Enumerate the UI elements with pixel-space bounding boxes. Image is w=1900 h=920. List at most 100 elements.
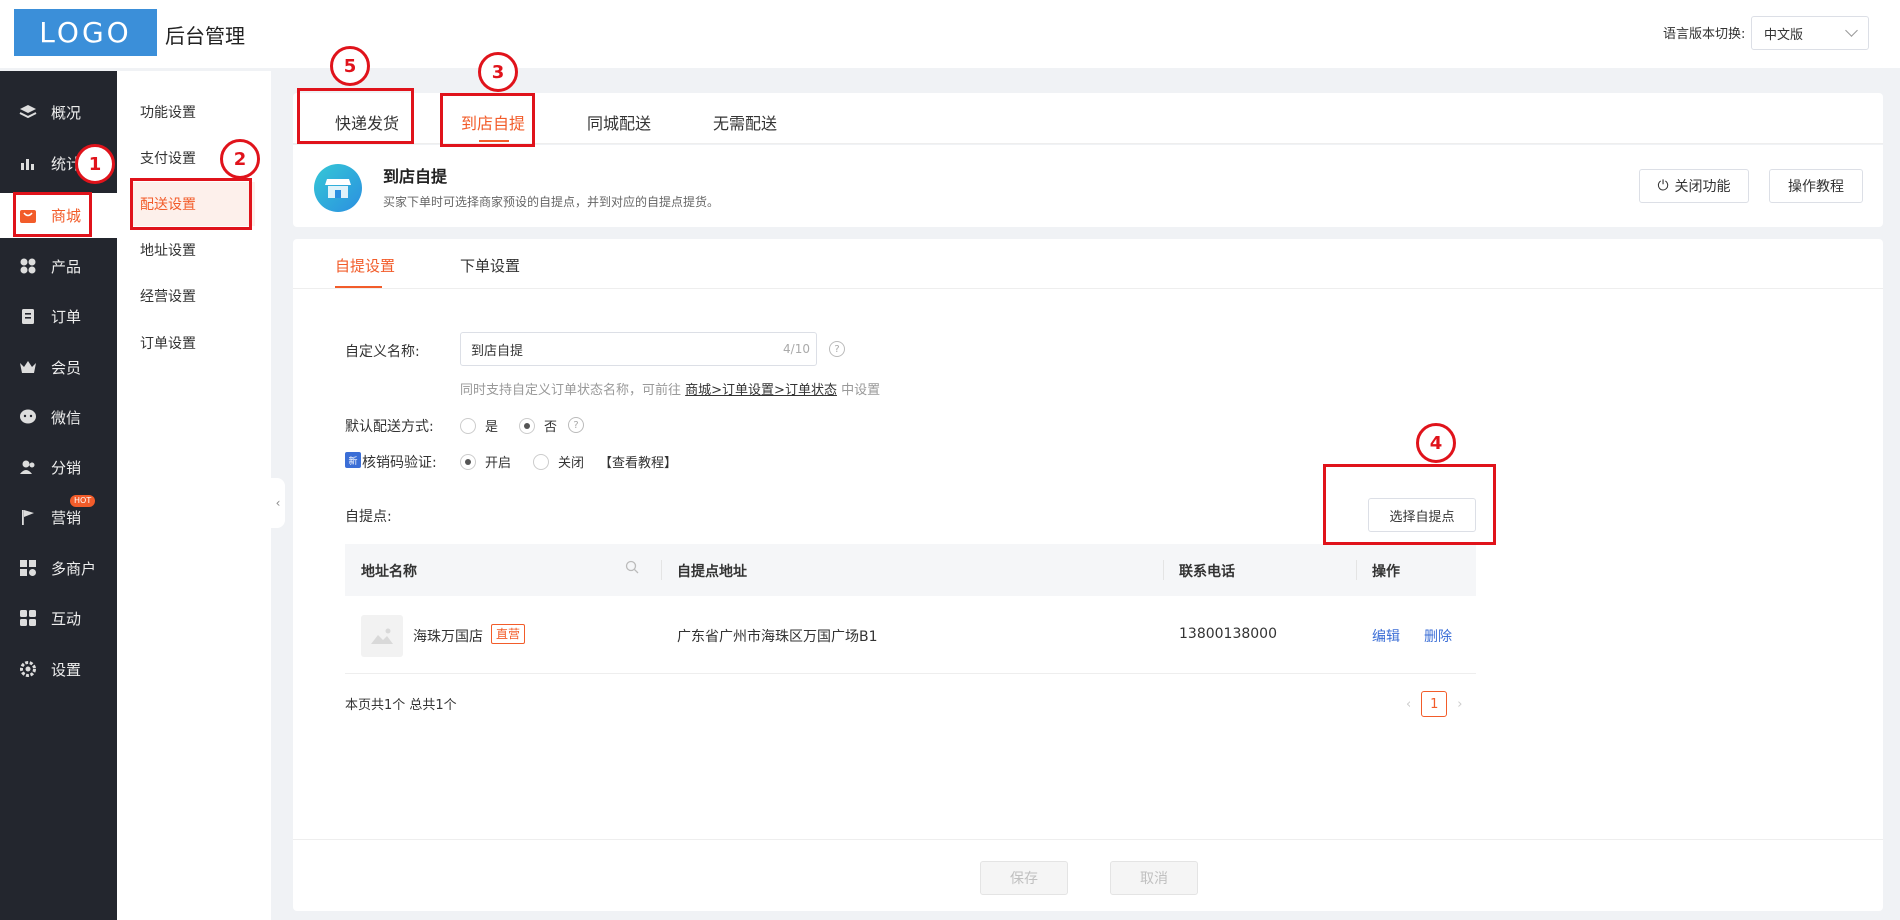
merchant-icon <box>18 558 38 578</box>
tab-order-settings[interactable]: 下单设置 <box>460 255 520 276</box>
store-phone: 13800138000 <box>1179 626 1277 642</box>
feature-title: 到店自提 <box>383 167 448 186</box>
store-address: 广东省广州市海珠区万国广场B1 <box>677 629 878 645</box>
store-name: 海珠万国店 <box>413 629 483 645</box>
chevron-down-icon <box>1845 24 1858 37</box>
apps-icon <box>18 608 38 628</box>
radio-circle-checked <box>460 453 476 470</box>
feature-description: 买家下单时可选择商家预设的自提点，并到对应的自提点提货。 <box>383 195 720 209</box>
annotation-marker-3: 3 <box>478 52 518 92</box>
column-divider <box>1356 560 1357 580</box>
default-no-radio[interactable]: 否 <box>519 416 557 435</box>
annotation-marker-4: 4 <box>1416 423 1456 463</box>
radio-circle <box>533 453 549 470</box>
hot-badge: HOT <box>70 495 96 507</box>
radio-circle-checked <box>519 417 535 434</box>
pickup-points-label: 自提点: <box>345 509 392 525</box>
chevron-left-icon: ‹ <box>275 496 281 510</box>
sidebar-item-member[interactable]: 会员 <box>0 345 117 389</box>
annotation-box-store-pickup <box>440 93 535 147</box>
chevron-right-icon[interactable]: › <box>1457 697 1462 712</box>
wechat-icon <box>18 407 38 427</box>
sidebar-item-multi-merchant[interactable]: 多商户 <box>0 546 117 590</box>
sidebar-item-marketing[interactable]: 营销 HOT <box>0 495 117 539</box>
chevron-left-icon[interactable]: ‹ <box>1406 697 1411 712</box>
annotation-box-express <box>297 88 414 144</box>
verify-on-radio[interactable]: 开启 <box>460 452 511 471</box>
tab-pickup-settings[interactable]: 自提设置 <box>335 255 395 276</box>
top-header: LOGO 后台管理 语言版本切换: 中文版 <box>0 0 1900 68</box>
close-feature-button[interactable]: ⏻ 关闭功能 <box>1639 169 1749 203</box>
annotation-box-shop <box>13 192 92 237</box>
custom-name-input[interactable]: 到店自提 4/10 <box>460 332 817 366</box>
help-icon[interactable]: ? <box>568 417 584 433</box>
sidebar-item-settings[interactable]: 设置 <box>0 647 117 691</box>
verify-code-label: 核销码验证: <box>362 455 437 471</box>
page-number-current[interactable]: 1 <box>1421 691 1448 717</box>
store-icon <box>314 164 362 212</box>
sidebar-item-overview[interactable]: 概况 <box>0 90 117 134</box>
char-count: 4/10 <box>783 342 810 356</box>
edit-link[interactable]: 编辑 <box>1372 626 1400 646</box>
inner-tabs: 自提设置 下单设置 <box>293 239 1883 289</box>
pagination-summary: 本页共1个 总共1个 <box>345 698 457 713</box>
new-badge: 新 <box>345 452 361 468</box>
collapse-sidebar-handle[interactable]: ‹ <box>271 478 285 528</box>
col-actions: 操作 <box>1372 564 1400 580</box>
subnav-item-order[interactable]: 订单设置 <box>130 321 255 365</box>
sidebar-item-interaction[interactable]: 互动 <box>0 596 117 640</box>
column-divider <box>661 560 662 580</box>
active-inner-tab-indicator <box>335 286 382 288</box>
gear-icon <box>18 659 38 679</box>
users-icon <box>18 457 38 477</box>
col-phone: 联系电话 <box>1179 564 1235 580</box>
chart-icon <box>18 153 38 173</box>
subnav-item-function[interactable]: 功能设置 <box>130 90 255 134</box>
sidebar-item-order[interactable]: 订单 <box>0 294 117 338</box>
order-status-link[interactable]: 商城>订单设置>订单状态 <box>685 383 837 398</box>
tab-no-delivery[interactable]: 无需配送 <box>713 110 777 134</box>
sidebar-item-distribution[interactable]: 分销 <box>0 445 117 489</box>
flag-icon <box>18 507 38 527</box>
pagination: ‹ 1 › <box>1406 691 1462 717</box>
annotation-marker-2: 2 <box>220 139 260 179</box>
verify-off-radio[interactable]: 关闭 <box>533 452 584 471</box>
annotation-box-delivery <box>130 178 252 230</box>
tab-same-city[interactable]: 同城配送 <box>587 110 651 134</box>
annotation-box-choose-point <box>1323 464 1496 545</box>
annotation-marker-1: 1 <box>75 144 115 184</box>
cancel-button[interactable]: 取消 <box>1110 861 1198 895</box>
layers-icon <box>18 102 38 122</box>
col-pickup-address: 自提点地址 <box>677 564 747 580</box>
default-yes-radio[interactable]: 是 <box>460 416 498 435</box>
direct-store-tag: 直营 <box>491 624 526 644</box>
language-value: 中文版 <box>1764 27 1804 43</box>
search-icon[interactable] <box>625 560 639 578</box>
save-button[interactable]: 保存 <box>980 861 1068 895</box>
tutorial-button[interactable]: 操作教程 <box>1769 169 1863 203</box>
subnav-item-address[interactable]: 地址设置 <box>130 228 255 272</box>
custom-name-hint: 同时支持自定义订单状态名称，可前往 商城>订单设置>订单状态 中设置 <box>460 383 881 398</box>
view-tutorial-link[interactable]: 【查看教程】 <box>599 452 677 471</box>
footer-divider <box>293 839 1883 840</box>
logo[interactable]: LOGO <box>14 9 157 56</box>
feature-info-bar: 到店自提 买家下单时可选择商家预设的自提点，并到对应的自提点提货。 ⏻ 关闭功能… <box>293 145 1883 227</box>
column-divider <box>1163 560 1164 580</box>
grid-icon <box>18 256 38 276</box>
annotation-marker-5: 5 <box>330 46 370 86</box>
delete-link[interactable]: 删除 <box>1424 626 1452 646</box>
custom-name-label: 自定义名称: <box>345 344 420 360</box>
crown-icon <box>18 357 38 377</box>
table-header: 地址名称 自提点地址 联系电话 操作 <box>345 544 1476 596</box>
pickup-settings-panel: 自提设置 下单设置 自定义名称: 到店自提 4/10 ? 同时支持自定义订单状态… <box>293 239 1883 911</box>
sidebar-item-product[interactable]: 产品 <box>0 244 117 288</box>
clipboard-icon <box>18 306 38 326</box>
subnav-item-business[interactable]: 经营设置 <box>130 274 255 318</box>
help-icon[interactable]: ? <box>829 341 845 357</box>
table-row: 海珠万国店 直营 广东省广州市海珠区万国广场B1 13800138000 编辑 … <box>345 596 1476 674</box>
language-select[interactable]: 中文版 <box>1751 16 1869 50</box>
image-placeholder-icon <box>361 615 403 657</box>
radio-circle <box>460 417 476 434</box>
sidebar-item-wechat[interactable]: 微信 <box>0 395 117 439</box>
language-label: 语言版本切换: <box>1663 27 1746 42</box>
